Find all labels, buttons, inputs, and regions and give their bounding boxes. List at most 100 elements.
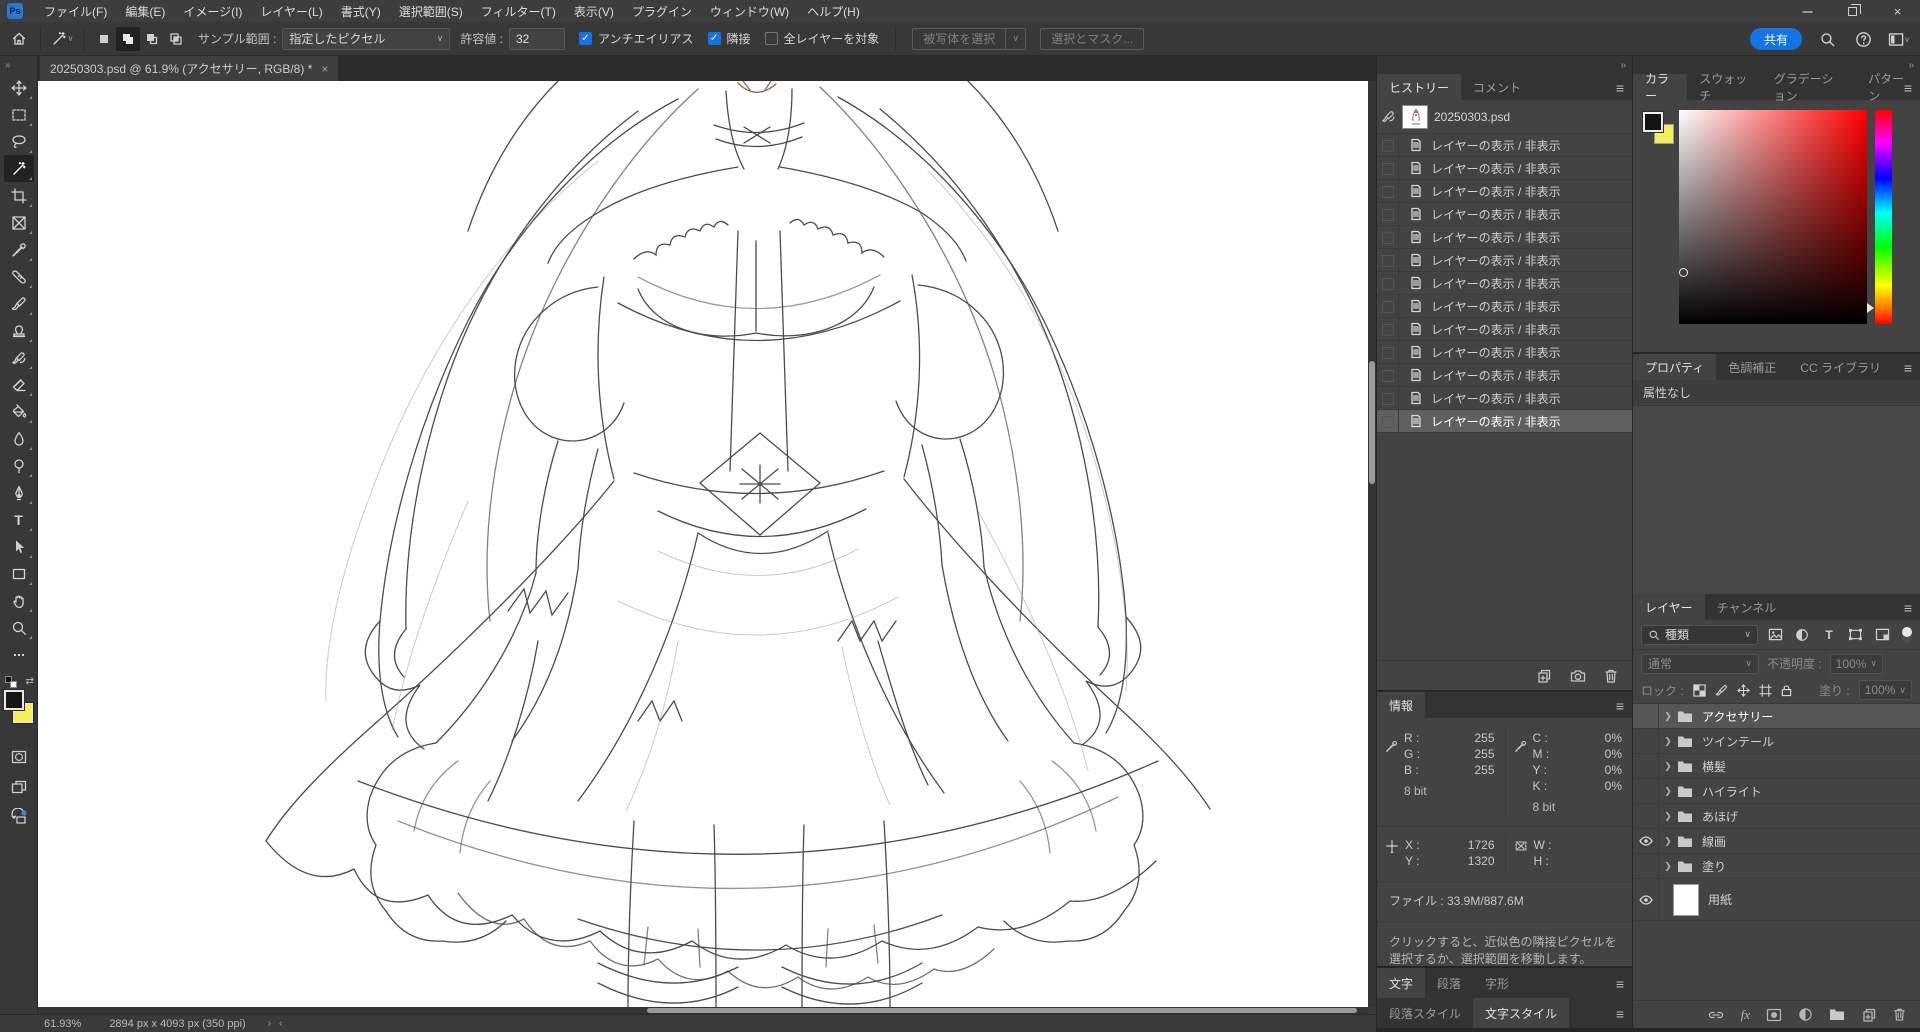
tab-paragraph[interactable]: 段落 bbox=[1425, 968, 1473, 998]
menu-item[interactable]: ウィンドウ(W) bbox=[701, 0, 798, 22]
layer-visibility-well[interactable] bbox=[1633, 804, 1659, 828]
menu-item[interactable]: フィルター(T) bbox=[472, 0, 565, 22]
new-selection-mode-icon[interactable] bbox=[92, 27, 116, 51]
foreground-color-swatch[interactable] bbox=[1643, 112, 1663, 132]
history-entry[interactable]: レイヤーの表示 / 非表示 bbox=[1377, 410, 1632, 433]
foreground-color-swatch[interactable] bbox=[4, 690, 24, 710]
history-brush-tool-icon[interactable] bbox=[4, 344, 34, 371]
ツインテール[interactable]: ❯ ツインテール bbox=[1633, 729, 1920, 754]
sample-all-layers-checkbox[interactable]: 全レイヤーを対象 bbox=[765, 30, 880, 47]
filter-pixel-layers-icon[interactable] bbox=[1766, 628, 1785, 641]
用紙[interactable]: ❯ 用紙 bbox=[1633, 879, 1920, 921]
history-entry[interactable]: レイヤーの表示 / 非表示 bbox=[1377, 295, 1632, 318]
アクセサリー[interactable]: ❯ アクセサリー bbox=[1633, 704, 1920, 729]
layer-filter-toggle[interactable] bbox=[1902, 627, 1912, 643]
tolerance-input[interactable] bbox=[509, 28, 565, 50]
group-expand-chevron-icon[interactable]: ❯ bbox=[1659, 811, 1677, 822]
toolbar-collapse-icon[interactable]: » bbox=[0, 56, 37, 74]
history-source-well[interactable] bbox=[1377, 249, 1399, 271]
layer-visibility-well[interactable] bbox=[1633, 779, 1659, 803]
tab-cc-libraries[interactable]: CC ライブラリ bbox=[1788, 354, 1893, 380]
history-source-well[interactable] bbox=[1377, 203, 1399, 225]
document-canvas[interactable] bbox=[38, 81, 1368, 1007]
filter-type-layers-icon[interactable]: T bbox=[1820, 628, 1839, 642]
contiguous-checkbox[interactable]: ✓ 隣接 bbox=[708, 30, 751, 47]
zoom-tool-icon[interactable] bbox=[4, 614, 34, 641]
group-expand-chevron-icon[interactable]: ❯ bbox=[1659, 761, 1677, 772]
sample-range-dropdown[interactable]: 指定したピクセル∨ bbox=[282, 28, 450, 50]
tab-gradients[interactable]: グラデーション bbox=[1762, 74, 1856, 100]
eraser-tool-icon[interactable] bbox=[4, 371, 34, 398]
eyedropper-tool-icon[interactable] bbox=[4, 236, 34, 263]
history-entry[interactable]: レイヤーの表示 / 非表示 bbox=[1377, 226, 1632, 249]
eye-icon[interactable] bbox=[1639, 895, 1653, 905]
history-source-well[interactable] bbox=[1377, 157, 1399, 179]
tab-info[interactable]: 情報 bbox=[1377, 692, 1425, 718]
group-expand-chevron-icon[interactable]: ❯ bbox=[1659, 736, 1677, 747]
minimize-button[interactable] bbox=[1785, 0, 1830, 22]
panel-menu-icon[interactable] bbox=[1616, 698, 1624, 714]
menu-item[interactable]: 書式(Y) bbox=[332, 0, 390, 22]
panel-menu-icon[interactable] bbox=[1904, 360, 1912, 376]
あほげ[interactable]: ❯ あほげ bbox=[1633, 804, 1920, 829]
menu-item[interactable]: ファイル(F) bbox=[35, 0, 116, 22]
線画[interactable]: ❯ 線画 bbox=[1633, 829, 1920, 854]
panel-menu-icon[interactable] bbox=[1616, 1006, 1624, 1022]
group-expand-chevron-icon[interactable]: ❯ bbox=[1659, 786, 1677, 797]
dodge-tool-icon[interactable] bbox=[4, 452, 34, 479]
pen-tool-icon[interactable] bbox=[4, 479, 34, 506]
saturation-brightness-field[interactable] bbox=[1679, 110, 1867, 324]
tab-color[interactable]: カラー bbox=[1633, 74, 1687, 100]
layer-thumbnail[interactable] bbox=[1673, 884, 1699, 916]
history-source-well[interactable] bbox=[1377, 272, 1399, 294]
new-adjustment-layer-icon[interactable] bbox=[1798, 1007, 1813, 1022]
lock-transparent-pixels-icon[interactable] bbox=[1693, 684, 1706, 697]
panel-menu-icon[interactable] bbox=[1904, 600, 1912, 616]
edit-toolbar-icon[interactable] bbox=[4, 641, 34, 668]
panel-menu-icon[interactable] bbox=[1616, 80, 1624, 96]
move-tool-icon[interactable] bbox=[4, 74, 34, 101]
history-source-well[interactable] bbox=[1377, 226, 1399, 248]
blend-mode-dropdown[interactable]: 通常∨ bbox=[1641, 654, 1759, 674]
history-entry[interactable]: レイヤーの表示 / 非表示 bbox=[1377, 341, 1632, 364]
intersect-selection-mode-icon[interactable] bbox=[164, 27, 188, 51]
menu-item[interactable]: 表示(V) bbox=[565, 0, 623, 22]
tab-glyphs[interactable]: 字形 bbox=[1473, 968, 1521, 998]
塗り[interactable]: ❯ 塗り bbox=[1633, 854, 1920, 879]
tab-character[interactable]: 文字 bbox=[1377, 968, 1425, 998]
lock-image-pixels-icon[interactable] bbox=[1715, 684, 1728, 697]
zoom-level-field[interactable]: 61.93% bbox=[44, 1018, 81, 1030]
history-entry[interactable]: レイヤーの表示 / 非表示 bbox=[1377, 180, 1632, 203]
history-source-well[interactable] bbox=[1377, 134, 1399, 156]
group-expand-chevron-icon[interactable]: ❯ bbox=[1659, 861, 1677, 872]
filter-shape-layers-icon[interactable] bbox=[1846, 628, 1865, 641]
new-snapshot-camera-icon[interactable] bbox=[1570, 669, 1586, 683]
type-tool-icon[interactable]: T bbox=[4, 506, 34, 533]
history-entry[interactable]: レイヤーの表示 / 非表示 bbox=[1377, 249, 1632, 272]
hue-slider-arrow[interactable] bbox=[1867, 303, 1874, 313]
horizontal-scrollbar[interactable] bbox=[38, 1007, 1368, 1014]
menu-item[interactable]: ヘルプ(H) bbox=[798, 0, 869, 22]
layer-filter-dropdown[interactable]: 種類 ∨ bbox=[1641, 625, 1758, 645]
brush-tool-icon[interactable] bbox=[4, 290, 34, 317]
layer-visibility-well[interactable] bbox=[1633, 729, 1659, 753]
share-button[interactable]: 共有 bbox=[1750, 28, 1802, 50]
delete-state-trash-icon[interactable] bbox=[1604, 668, 1618, 684]
home-icon[interactable] bbox=[6, 26, 32, 52]
rectangle-tool-icon[interactable] bbox=[4, 560, 34, 587]
panel-menu-icon[interactable] bbox=[1616, 976, 1624, 992]
magic-wand-preset-icon[interactable]: ∨ bbox=[49, 26, 75, 52]
rectangular-marquee-tool-icon[interactable] bbox=[4, 101, 34, 128]
status-next-icon[interactable]: › bbox=[268, 1018, 271, 1029]
hand-tool-icon[interactable] bbox=[4, 587, 34, 614]
ハイライト[interactable]: ❯ ハイライト bbox=[1633, 779, 1920, 804]
history-source-well[interactable] bbox=[1377, 387, 1399, 409]
subtract-selection-mode-icon[interactable] bbox=[140, 27, 164, 51]
spot-healing-brush-tool-icon[interactable] bbox=[4, 263, 34, 290]
menu-item[interactable]: 選択範囲(S) bbox=[390, 0, 472, 22]
history-source-well[interactable] bbox=[1377, 410, 1399, 432]
panel-menu-icon[interactable] bbox=[1904, 80, 1912, 96]
add-selection-mode-icon[interactable] bbox=[116, 27, 140, 51]
select-subject-dropdown-icon[interactable]: ∨ bbox=[1005, 29, 1025, 49]
layer-visibility-well[interactable] bbox=[1633, 829, 1659, 853]
